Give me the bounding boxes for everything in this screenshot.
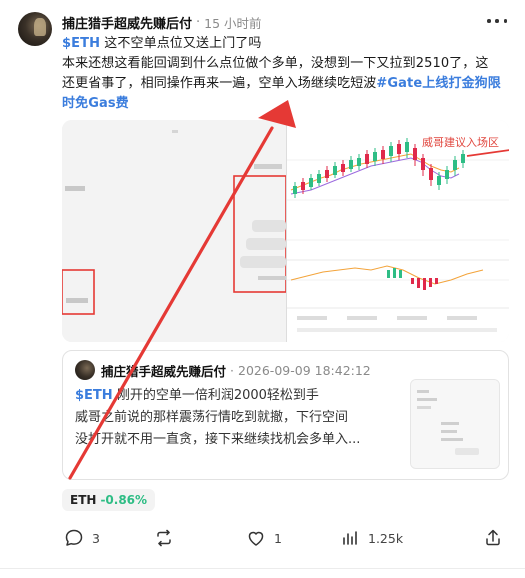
repost-icon (157, 529, 171, 547)
quote-avatar[interactable] (75, 360, 95, 380)
repost-button[interactable] (154, 526, 182, 550)
coin-ticker-chip[interactable]: ETH -0.86% (62, 489, 156, 511)
post-card: 捕庄猎手超威先赚后付 · 15 小时前 $ETH 这不空单点位又送上门了吗 本来… (0, 0, 525, 578)
screenshot-image-right[interactable]: 威哥建议入场区 (286, 120, 509, 342)
quote-author-name[interactable]: 捕庄猎手超威先赚后付 (101, 361, 226, 380)
quote-timestamp: 2026-09-09 18:42:12 (238, 362, 371, 378)
author-name[interactable]: 捕庄猎手超威先赚后付 (62, 13, 192, 32)
comment-icon (65, 529, 83, 546)
bottom-divider (0, 568, 525, 569)
hashtag-link[interactable]: #Gate上线打金狗限 (376, 76, 500, 91)
views-chart-icon (343, 531, 357, 545)
post-time: 15 小时前 (204, 15, 262, 31)
views-button[interactable]: 1.25k (340, 526, 403, 550)
avatar[interactable] (18, 12, 52, 46)
quote-line-2: 威哥之前说的那样震荡行情吃到就撤，下行空间 (75, 410, 349, 425)
order-screenshot-image (411, 380, 499, 468)
quote-cashtag-link[interactable]: $ETH (75, 388, 113, 403)
candlestick-chart-image (287, 120, 509, 342)
quote-line-1: 刚开的空单一倍利润2000轻松到手 (112, 388, 319, 403)
more-options-icon[interactable] (487, 14, 507, 28)
share-icon (486, 529, 500, 546)
hashtag-link-continued[interactable]: 时免Gas费 (62, 96, 129, 111)
comment-count: 3 (92, 530, 100, 546)
heart-icon (248, 531, 264, 546)
quote-thumbnail-image[interactable] (410, 379, 500, 469)
post-body: $ETH 这不空单点位又送上门了吗 本来还想这看能回调到什么点位做个多单，没想到… (62, 34, 510, 114)
views-count: 1.25k (368, 530, 404, 546)
post-media[interactable]: 威哥建议入场区 (62, 120, 509, 342)
action-bar: 3 1 1.25k (62, 526, 509, 550)
share-button[interactable] (483, 526, 503, 550)
quote-line-3: 没打开就不用一直贪，接下来继续找机会多单入... (75, 432, 361, 447)
chart-annotation: 威哥建议入场区 (422, 136, 499, 149)
quote-body: $ETH 刚开的空单一倍利润2000轻松到手 威哥之前说的那样震荡行情吃到就撤，… (75, 385, 405, 451)
like-count: 1 (274, 530, 282, 546)
body-line-3: 还更省事了，相同操作再来一遍，空单入场继续吃短波 (62, 76, 377, 91)
quote-header: 捕庄猎手超威先赚后付 · 2026-09-09 18:42:12 (101, 360, 371, 380)
quoted-post[interactable]: 捕庄猎手超威先赚后付 · 2026-09-09 18:42:12 $ETH 刚开… (62, 350, 509, 480)
quote-separator-dot: · (230, 362, 234, 378)
trading-app-screenshot (62, 120, 287, 342)
coin-change: -0.86% (100, 493, 148, 507)
comment-button[interactable]: 3 (64, 526, 100, 550)
cashtag-link[interactable]: $ETH (62, 36, 100, 51)
like-button[interactable]: 1 (246, 526, 282, 550)
coin-symbol: ETH (70, 493, 97, 507)
post-header: 捕庄猎手超威先赚后付 · 15 小时前 (62, 12, 262, 32)
body-line-2: 本来还想这看能回调到什么点位做个多单，没想到一下又拉到2510了，这 (62, 56, 489, 71)
body-line-1: 这不空单点位又送上门了吗 (100, 36, 262, 51)
screenshot-image-left[interactable] (62, 120, 287, 342)
separator-dot: · (196, 14, 201, 30)
